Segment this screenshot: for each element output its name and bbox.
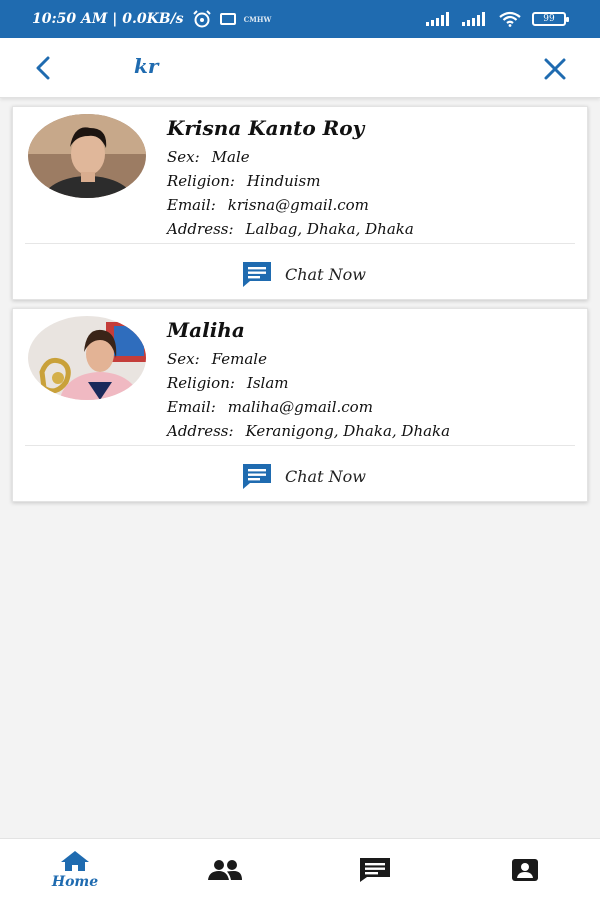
religion-value: Hinduism	[246, 172, 321, 190]
email-label: Email:	[167, 196, 216, 214]
nav-people[interactable]	[150, 839, 300, 900]
profile-icon	[512, 859, 538, 881]
back-arrow-icon	[36, 56, 50, 80]
home-icon	[61, 851, 89, 871]
address-label: Address:	[167, 220, 234, 238]
email-label: Email:	[167, 398, 216, 416]
alarm-icon	[192, 10, 211, 28]
profile-info: Krisna Kanto Roy Sex: Male Religion: Hindu…	[167, 115, 414, 241]
nav-profile[interactable]	[450, 839, 600, 900]
nav-messages[interactable]	[300, 839, 450, 900]
avatar-photo	[28, 316, 146, 400]
sex-value: Male	[211, 148, 250, 166]
result-card: Krisna Kanto Roy Sex: Male Religion: Hindu…	[12, 106, 588, 300]
status-bar: 10:50 AM | 0.0KB/s CMHW 99	[0, 0, 600, 38]
close-icon	[544, 58, 566, 80]
status-tiny-label: CMHW	[243, 14, 272, 24]
chat-icon	[243, 464, 271, 489]
avatar	[28, 114, 146, 198]
chat-now-button[interactable]: Chat Now	[241, 259, 366, 289]
sex-label: Sex:	[167, 350, 200, 368]
profile-name: Maliha	[167, 318, 245, 342]
address-row: Address: Lalbag, Dhaka, Dhaka	[167, 217, 414, 241]
back-button[interactable]	[30, 55, 56, 81]
card-divider	[25, 243, 575, 244]
religion-value: Islam	[246, 374, 289, 392]
wifi-icon	[499, 11, 521, 27]
email-row: Email: maliha@gmail.com	[167, 395, 450, 419]
email-row: Email: krisna@gmail.com	[167, 193, 414, 217]
sex-value: Female	[211, 350, 267, 368]
address-value: Keranigong, Dhaka, Dhaka	[245, 422, 451, 440]
profile-name: Krisna Kanto Roy	[167, 116, 365, 140]
signal-icon-2	[462, 12, 485, 26]
status-left: 10:50 AM | 0.0KB/s CMHW	[32, 10, 271, 28]
email-value: maliha@gmail.com	[227, 398, 373, 416]
status-time: 10:50 AM | 0.0KB/s	[32, 11, 184, 27]
sex-label: Sex:	[167, 148, 200, 166]
address-row: Address: Keranigong, Dhaka, Dhaka	[167, 419, 450, 443]
religion-row: Religion: Islam	[167, 371, 450, 395]
sex-row: Sex: Male	[167, 145, 414, 169]
status-right: 99	[426, 11, 569, 27]
bottom-navigation: Home	[0, 838, 600, 900]
email-value: krisna@gmail.com	[227, 196, 369, 214]
nav-home[interactable]: Home	[0, 839, 150, 900]
nav-home-label: Home	[51, 874, 99, 890]
card-divider	[25, 445, 575, 446]
religion-row: Religion: Hinduism	[167, 169, 414, 193]
people-icon	[208, 860, 242, 880]
address-label: Address:	[167, 422, 234, 440]
chat-now-button[interactable]: Chat Now	[241, 461, 366, 491]
profile-info: Maliha Sex: Female Religion: Islam Email: m…	[167, 317, 450, 443]
address-value: Lalbag, Dhaka, Dhaka	[245, 220, 414, 238]
search-header: kr	[0, 38, 600, 98]
avatar	[28, 316, 146, 400]
religion-label: Religion:	[167, 374, 235, 392]
avatar-photo	[28, 114, 146, 198]
result-card: Maliha Sex: Female Religion: Islam Email: m…	[12, 308, 588, 502]
chat-icon	[243, 262, 271, 287]
search-input[interactable]: kr	[134, 54, 158, 78]
chat-now-label: Chat Now	[285, 466, 366, 486]
clear-search-button[interactable]	[541, 55, 569, 83]
message-icon	[360, 858, 390, 882]
signal-icon	[426, 12, 449, 26]
religion-label: Religion:	[167, 172, 235, 190]
sex-row: Sex: Female	[167, 347, 450, 371]
chat-now-label: Chat Now	[285, 264, 366, 284]
battery-indicator: 99	[532, 12, 569, 26]
screen-icon	[219, 13, 236, 25]
